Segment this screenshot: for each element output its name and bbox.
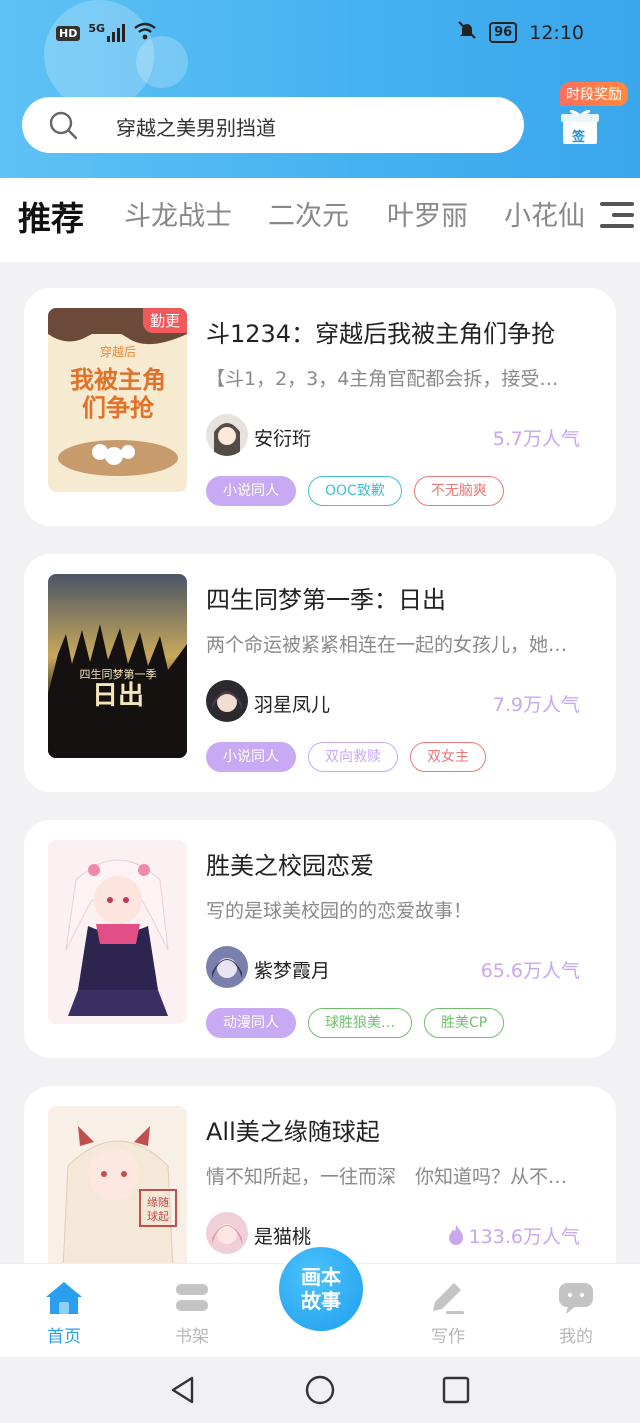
home-circle-icon[interactable] [305, 1375, 335, 1405]
book-card[interactable]: 我被主角 们争抢 穿越后 勤更 斗1234：穿越后我被主角们争抢 【斗1，2，3… [24, 288, 616, 526]
book-description: 写的是球美校园的的恋爱故事！ [206, 900, 473, 922]
tag[interactable]: 小说同人 [206, 742, 296, 772]
recent-apps-icon[interactable] [441, 1375, 471, 1405]
svg-text:我被主角: 我被主角 [70, 366, 166, 394]
wifi-icon [133, 22, 157, 44]
story-center-button[interactable]: 画本 故事 [276, 1244, 366, 1334]
nav-home[interactable]: 首页 [24, 1280, 104, 1347]
tab-anime[interactable]: 二次元 [268, 194, 349, 233]
popularity-count: 5.7万人气 [492, 428, 580, 450]
app-header: HD 5G 96 12:10 穿越之美男别挡道 时段奖励 签 [0, 0, 640, 178]
author-name[interactable]: 紫梦霞月 [254, 956, 330, 983]
tag[interactable]: OOC致歉 [308, 476, 402, 506]
tab-yeloli[interactable]: 叶罗丽 [387, 194, 468, 233]
book-title: All美之缘随球起 [206, 1118, 380, 1146]
search-icon [49, 111, 78, 140]
center-button-line1: 画本 [301, 1265, 341, 1289]
tag[interactable]: 双女主 [410, 742, 486, 772]
svg-text:球起: 球起 [147, 1209, 169, 1223]
tag[interactable]: 动漫同人 [206, 1008, 296, 1038]
popularity-count: 7.9万人气 [492, 694, 580, 716]
book-list: 我被主角 们争抢 穿越后 勤更 斗1234：穿越后我被主角们争抢 【斗1，2，3… [0, 246, 640, 1263]
pencil-icon [428, 1280, 468, 1316]
tag-list: 小说同人 OOC致歉 不无脑爽 [206, 476, 504, 506]
nav-bookshelf[interactable]: 书架 [152, 1280, 232, 1347]
book-card[interactable]: 缘随 球起 All美之缘随球起 情不知所起，一往而深 你知道吗？从不… 是猫桃 … [24, 1086, 616, 1263]
mute-bell-icon [457, 20, 477, 45]
system-navigation-bar [0, 1357, 640, 1423]
author-name[interactable]: 是猫桃 [254, 1222, 311, 1249]
sign-in-label: 签 [572, 130, 586, 145]
nav-mine[interactable]: 我的 [536, 1280, 616, 1347]
book-cover: 日出 四生同梦第一季 [48, 574, 187, 758]
book-title: 四生同梦第一季：日出 [206, 586, 446, 614]
fire-icon [448, 1225, 463, 1245]
book-description: 情不知所起，一往而深 你知道吗？从不… [206, 1166, 568, 1188]
tag[interactable]: 小说同人 [206, 476, 296, 506]
clock: 12:10 [529, 21, 584, 44]
nav-write[interactable]: 写作 [408, 1280, 488, 1347]
tag-list: 动漫同人 球胜狼美… 胜美CP [206, 1008, 505, 1038]
tag-list: 小说同人 双向救赎 双女主 [206, 742, 486, 772]
tab-recommend[interactable]: 推荐 [18, 192, 84, 240]
svg-text:们争抢: 们争抢 [82, 394, 155, 422]
book-title: 斗1234：穿越后我被主角们争抢 [206, 320, 556, 348]
book-card[interactable]: 日出 四生同梦第一季 四生同梦第一季：日出 两个命运被紧紧相连在一起的女孩儿，她… [24, 554, 616, 792]
bookshelf-icon [172, 1280, 212, 1316]
book-description: 两个命运被紧紧相连在一起的女孩儿，她… [206, 634, 568, 656]
update-badge: 勤更 [142, 308, 187, 333]
book-cover [48, 840, 187, 1024]
nav-write-label: 写作 [431, 1327, 465, 1347]
gift-box-icon: 签 [560, 106, 599, 145]
book-title: 胜美之校园恋爱 [206, 852, 374, 880]
author-name[interactable]: 羽星凤儿 [254, 690, 330, 717]
center-button-line2: 故事 [301, 1289, 341, 1313]
tag[interactable]: 球胜狼美… [308, 1008, 412, 1038]
popularity-count: 65.6万人气 [480, 960, 580, 982]
tab-dragon-warrior[interactable]: 斗龙战士 [124, 194, 232, 233]
battery-icon: 96 [489, 22, 518, 43]
tag[interactable]: 双向救赎 [308, 742, 398, 772]
popularity-value: 133.6万人气 [468, 1226, 580, 1248]
network-label: 5G [88, 21, 106, 35]
popularity-count: 133.6万人气 [447, 1222, 580, 1249]
signal-icon [107, 24, 126, 42]
previous-card-edge [24, 246, 616, 262]
book-cover: 我被主角 们争抢 穿越后 勤更 [48, 308, 187, 492]
time-reward-button[interactable]: 时段奖励 签 [550, 82, 630, 152]
bottom-navigation: 首页 书架 画本 故事 写作 我的 [0, 1244, 640, 1357]
tab-menu-icon[interactable] [600, 200, 634, 230]
search-placeholder: 穿越之美男别挡道 [116, 116, 276, 140]
home-icon [44, 1280, 84, 1316]
svg-text:缘随: 缘随 [147, 1195, 169, 1209]
back-icon[interactable] [168, 1375, 198, 1405]
svg-text:四生同梦第一季: 四生同梦第一季 [80, 667, 157, 681]
author-avatar[interactable] [206, 1212, 248, 1254]
nav-bookshelf-label: 书架 [175, 1327, 209, 1347]
author-avatar[interactable] [206, 680, 248, 722]
book-cover: 缘随 球起 [48, 1106, 187, 1263]
book-card[interactable]: 胜美之校园恋爱 写的是球美校园的的恋爱故事！ 紫梦霞月 65.6万人气 动漫同人… [24, 820, 616, 1058]
chat-bubble-icon [556, 1280, 596, 1316]
svg-text:日出: 日出 [92, 681, 144, 711]
book-description: 【斗1，2，3，4主角官配都会拆，接受… [206, 368, 559, 390]
status-bar: HD 5G 96 12:10 [0, 18, 640, 48]
author-avatar[interactable] [206, 414, 248, 456]
author-name[interactable]: 安衍珩 [254, 424, 311, 451]
hd-indicator: HD [56, 25, 81, 41]
tag[interactable]: 不无脑爽 [413, 476, 504, 506]
author-avatar[interactable] [206, 946, 248, 988]
time-reward-label: 时段奖励 [560, 82, 628, 106]
search-bar[interactable]: 穿越之美男别挡道 [22, 97, 524, 153]
tag[interactable]: 胜美CP [424, 1008, 505, 1038]
nav-home-label: 首页 [47, 1327, 81, 1347]
svg-text:穿越后: 穿越后 [100, 344, 136, 359]
tab-flower-fairy[interactable]: 小花仙 [504, 194, 585, 233]
nav-mine-label: 我的 [559, 1327, 593, 1347]
